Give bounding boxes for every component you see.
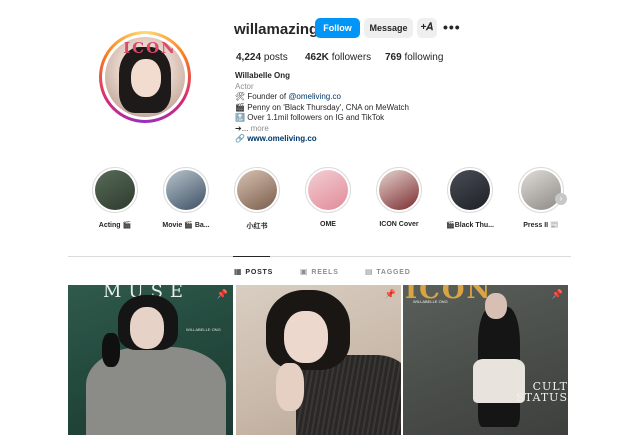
following-count: 769 [385,52,402,63]
chevron-right-icon[interactable]: › [555,193,567,205]
post-cover-caption: WILLABELLE ONG [413,299,448,304]
highlight-label: OME [320,221,336,228]
bio-founder-text: Founder of [247,92,289,101]
bio-line-followers: 🔝 Over 1.1mil followers on IG and TikTok [235,113,409,124]
bio-mention-link[interactable]: @omeliving.co [288,92,341,101]
post-thumbnail[interactable]: MUSE WILLABELLE ONG 📌 [68,285,233,435]
highlight-item[interactable]: 🎬Black Thu... [440,167,500,229]
highlight-cover-ring [234,167,280,213]
grid-icon: ▦ [234,267,243,276]
top-arrow-icon: 🔝 [235,113,245,122]
tab-posts-label: POSTS [245,269,274,276]
post-cover-caption: WILLABELLE ONG [186,327,221,332]
followers-stat[interactable]: 462K followers [305,52,371,63]
posts-stat: 4,224 posts [236,52,288,63]
highlight-item[interactable]: ICON Cover [369,167,429,228]
bio-followers-text: Over 1.1mil followers on IG and TikTok [247,113,385,122]
tools-icon: 🛠 [235,92,246,101]
tab-reels[interactable]: ▣ REELS [300,267,339,276]
highlight-cover-ring [92,167,138,213]
highlight-cover-image [450,170,490,210]
link-icon: 🔗 [235,134,245,143]
highlight-cover-ring [376,167,422,213]
following-stat[interactable]: 769 following [385,52,443,63]
post-figure-glove [102,333,120,367]
highlight-label: Acting 🎬 [98,222,132,229]
highlight-cover-image [237,170,277,210]
highlight-cover-image [166,170,206,210]
post-figure-hand [276,363,304,411]
following-label: following [404,52,444,63]
bio-acting-text: Penny on 'Black Thursday', CNA on MeWatc… [247,102,409,112]
highlight-label: 🎬Black Thu... [445,222,494,229]
tab-tagged-label: TAGGED [376,269,411,276]
follow-button[interactable]: Follow [315,18,360,38]
highlight-item[interactable]: Movie 🎬 Ba... [156,167,216,229]
tab-posts[interactable]: ▦ POSTS [234,267,273,276]
profile-username: willamazing [234,21,319,38]
highlight-item[interactable]: 小红书 [227,167,287,231]
more-options-icon[interactable]: ••• [443,19,461,35]
post-figure-face [130,307,164,349]
avatar-face [131,59,161,97]
highlight-cover-image [379,170,419,210]
pin-icon: 📌 [216,289,228,299]
add-user-icon[interactable]: +𝘈 [417,18,437,38]
tabs-divider [68,256,571,257]
highlight-label: Movie 🎬 Ba... [162,222,210,229]
highlight-cover-ring [163,167,209,213]
post-cover-text: CULT STATUS [516,380,568,404]
highlight-cover-image [95,170,135,210]
reels-icon: ▣ [300,267,309,276]
highlight-item[interactable]: OME [298,167,358,228]
bio-line-acting: 🎬 Penny on 'Black Thursday', CNA on MeWa… [235,103,409,114]
post-thumbnail[interactable]: ICON WILLABELLE ONG CULT STATUS 📌 [403,285,568,435]
pin-icon: 📌 [384,289,396,299]
profile-avatar[interactable]: ICON [99,31,191,123]
highlight-label: Press II 📰 [523,222,559,229]
highlight-cover-ring [447,167,493,213]
bio-category: Actor [235,81,254,91]
clapper-icon: 🎬 [235,102,245,112]
highlight-cover-image [521,170,561,210]
message-button[interactable]: Message [364,18,413,38]
bio-more-prefix: ➔... [235,123,249,133]
highlight-label: ICON Cover [379,221,419,228]
bio-line-more: ➔... more [235,124,409,135]
profile-bio: Willabelle Ong Actor 🛠 Founder of @omeli… [235,71,409,145]
bio-website-link[interactable]: www.omeliving.co [247,134,317,143]
followers-count: 462K [305,52,329,63]
avatar-image: ICON [105,37,185,117]
highlight-cover-ring [305,167,351,213]
bio-more-link[interactable]: more [251,124,269,133]
highlight-label: 小红书 [246,223,268,230]
followers-label: followers [331,52,372,63]
post-figure-face [284,311,328,363]
bio-line-founder: 🛠 Founder of @omeliving.co [235,92,409,103]
post-thumbnail[interactable]: 📌 [236,285,401,435]
tagged-icon: ▤ [365,267,374,276]
highlight-cover-ring [518,167,564,213]
pin-icon: 📌 [551,289,563,299]
tab-tagged[interactable]: ▤ TAGGED [365,267,411,276]
tab-reels-label: REELS [311,269,339,276]
post-figure-head [485,293,507,319]
bio-line-website: 🔗 www.omeliving.co [235,134,409,145]
active-tab-indicator [233,256,270,257]
avatar-inner: ICON [102,34,188,120]
highlight-cover-image [308,170,348,210]
avatar-logo: ICON [123,39,177,57]
posts-label: posts [263,52,288,63]
highlight-item[interactable]: Acting 🎬 [85,167,145,229]
posts-count: 4,224 [236,52,262,63]
bio-name: Willabelle Ong [235,71,291,80]
